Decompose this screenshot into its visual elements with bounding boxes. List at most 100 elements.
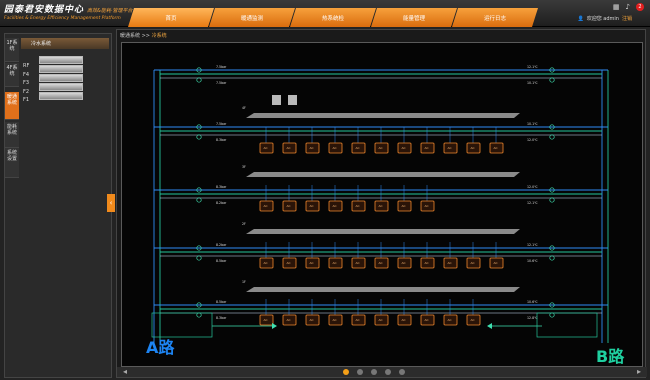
unit-label: AC [264,146,268,150]
floor-slab [246,287,520,292]
unit-label: AC [402,261,406,265]
floor-tag: 1F [242,280,246,284]
unit-label: AC [310,261,314,265]
unit-label: AC [379,204,383,208]
unit-label: AC [356,146,360,150]
alert-badge[interactable]: 2 [636,3,644,11]
pressure-reading: 7.5bar [216,122,227,126]
top-right-icons: ▦ ♪ 2 [613,3,644,11]
unit-label: AC [425,261,429,265]
unit-label: AC [448,146,452,150]
panel-header: 冷水系统 [21,38,109,49]
label-route-a: A路 [146,338,175,357]
unit-label: AC [402,204,406,208]
unit-label: AC [264,204,268,208]
pump-icon [288,95,297,105]
header-bar: 园泰君安数据中心 高效&能耗·管理平台 Facilities & Energy E… [0,0,650,27]
unit-label: AC [471,146,475,150]
label-route-b: B路 [596,347,625,366]
sidebar-tab-4f[interactable]: 4F系统 [5,63,19,87]
main-panel: 暖通系统 >> 冷系统 7.5bar 7.5bar 12.1℃ 10.1℃ 7.5bar… [116,29,647,378]
sidebar-tab-hvac[interactable]: 暖通系统 [5,92,19,120]
unit-label: AC [333,318,337,322]
floor-slab [246,229,520,234]
valve-icon [196,77,202,83]
next-arrow-icon[interactable]: ▸ [637,367,641,377]
app-subtitle: 高效&能耗·管理平台 [87,8,133,14]
pager-dot[interactable] [343,369,349,375]
pager-bar: ◂ ▸ [117,367,647,377]
temp-reading: 10.1℃ [527,81,538,85]
floor-tag: 3F [242,165,246,169]
temp-reading: 10.6℃ [527,259,538,263]
temp-reading: 12.8℃ [527,316,538,320]
sidebar-tab-energy[interactable]: 能耗系统 [5,122,19,148]
pressure-reading: 7.5bar [216,65,227,69]
building-image [39,56,83,104]
unit-label: AC [356,318,360,322]
logout-link[interactable]: 注销 [622,15,632,22]
temp-reading: 12.1℃ [527,65,538,69]
sidebar-tab-settings[interactable]: 系统设置 [5,148,19,178]
collapse-left-button[interactable]: ‹ [107,194,115,212]
bell-icon[interactable]: ♪ [626,3,630,11]
valve-icon [549,197,555,203]
unit-label: AC [471,261,475,265]
nav-tab-thermal[interactable]: 热系统检 [290,8,376,27]
breadcrumb-sep: >> [141,33,150,39]
pager-dot[interactable] [399,369,405,375]
valve-icon [549,134,555,140]
prev-arrow-icon[interactable]: ◂ [123,367,127,377]
pump-icon [272,95,281,105]
valve-icon [196,134,202,140]
nav-tab-energy[interactable]: 能量管理 [371,8,457,27]
flow-arrow-icon [272,323,277,329]
unit-label: AC [379,261,383,265]
unit-label: AC [471,318,475,322]
floor-item[interactable]: RF [23,62,29,71]
pager-dot[interactable] [357,369,363,375]
breadcrumb-root[interactable]: 暖通系统 [120,33,140,39]
sidebar-tab-1f[interactable]: 1F系统 [5,38,19,62]
floor-item[interactable]: F2 [23,88,29,97]
floor-item[interactable]: F4 [23,71,29,80]
unit-label: AC [425,318,429,322]
grid-icon[interactable]: ▦ [613,3,620,11]
floor-tag: 2F [242,222,246,226]
user-info: 👤 欢迎您 admin 注销 [577,15,632,23]
pipe-schematic: 7.5bar 7.5bar 12.1℃ 10.1℃ 7.5bar 8.3bar 10.1℃ 1… [151,65,609,343]
temp-reading: 12.0℃ [527,138,538,142]
app-title: 园泰君安数据中心 [4,5,85,15]
valve-icon [196,255,202,261]
unit-label: AC [264,261,268,265]
nav-tab-home[interactable]: 首页 [128,8,214,27]
floor-item[interactable]: F3 [23,79,29,88]
unit-label: AC [379,146,383,150]
unit-label: AC [402,318,406,322]
floor-tag: 4F [242,106,246,110]
pager-dot[interactable] [385,369,391,375]
unit-label: AC [333,146,337,150]
temp-reading: 10.1℃ [527,122,538,126]
floor-item[interactable]: F1 [23,96,29,105]
unit-label: AC [494,146,498,150]
valve-icon [549,312,555,318]
temp-reading: 12.0℃ [527,185,538,189]
nav-tab-log[interactable]: 运行日志 [452,8,538,27]
floor-slab [246,113,520,118]
user-icon: 👤 [577,15,584,22]
app-title-en: Facilities & Energy Efficiency Managemen… [4,16,121,21]
pressure-reading: 8.2bar [216,243,227,247]
pressure-reading: 8.3bar [216,316,227,320]
left-panel: 1F系统 4F系统 暖通系统 能耗系统 系统设置 冷水系统 RF F4 F3 F… [4,33,112,378]
temp-reading: 12.1℃ [527,243,538,247]
nav-tab-hvac[interactable]: 暖通监测 [209,8,295,27]
unit-label: AC [402,146,406,150]
temp-reading: 12.1℃ [527,201,538,205]
valve-icon [196,312,202,318]
unit-label: AC [287,204,291,208]
unit-label: AC [310,318,314,322]
pager-dot[interactable] [371,369,377,375]
floor-slab [246,172,520,177]
unit-label: AC [379,318,383,322]
